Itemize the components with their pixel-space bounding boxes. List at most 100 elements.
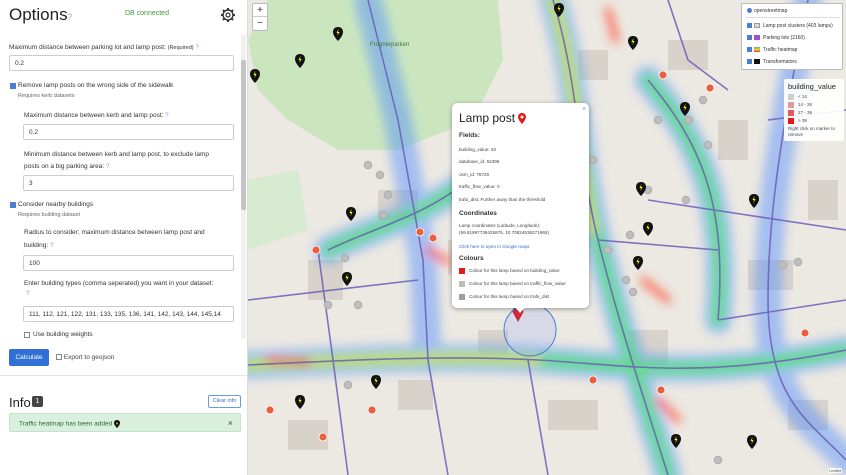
popup-tip (514, 306, 526, 313)
layer-checkbox[interactable] (747, 59, 752, 65)
layer-label: Parking lots (2160) (763, 35, 805, 41)
options-header: Options ? DB connected (0, 0, 247, 32)
radius-label: Radius to consider; maximum distance bet… (24, 229, 205, 236)
requires-kerb-note: Requires kerb datasets (18, 93, 75, 99)
selection-radius (503, 303, 557, 357)
export-geojson-row[interactable]: Export to geojson (56, 354, 114, 361)
min-kerb-input[interactable]: 3 (23, 175, 234, 191)
colour-row-traffic: Colour for this lamp based on traffic_fl… (459, 281, 566, 287)
layer-row-transformators[interactable]: Transformators (747, 59, 797, 65)
info-count-badge: 1 (32, 396, 43, 407)
building-types-input[interactable]: 111, 112, 121, 122, 131, 133, 135, 136, … (23, 306, 234, 322)
layer-checkbox[interactable] (747, 23, 752, 29)
remove-wrong-side-checkbox[interactable] (10, 83, 16, 89)
db-status-text: DB connected (125, 10, 169, 17)
layer-checkbox[interactable] (747, 35, 752, 41)
map-attribution[interactable]: Leaflet (828, 468, 843, 473)
layer-checkbox[interactable] (747, 47, 752, 53)
legend-title: building_value (788, 82, 836, 91)
zoom-out-button[interactable]: − (253, 17, 267, 30)
place-label-frognerparken: Frognerparken (370, 42, 409, 48)
building-types-help-icon[interactable]: ? (26, 291, 29, 297)
options-form: Maximum distance between parking lot and… (0, 33, 247, 341)
colour-swatch (459, 268, 465, 274)
colour-swatch (459, 294, 465, 300)
zoom-control: + − (252, 3, 268, 31)
legend-row: 14 - 26 (788, 102, 812, 108)
export-geojson-label: Export to geojson (63, 354, 115, 361)
layer-row-traffic-heatmap[interactable]: Traffic heatmap (747, 47, 797, 53)
zoom-in-button[interactable]: + (253, 4, 267, 17)
legend-row: > 39 (788, 118, 807, 124)
export-geojson-checkbox[interactable] (56, 354, 62, 361)
gear-icon[interactable] (220, 7, 236, 23)
legend-row: 27 - 39 (788, 110, 812, 116)
base-layer-row[interactable]: openstreetmap (747, 8, 787, 14)
google-maps-link[interactable]: Click here to open in Google maps (459, 244, 529, 249)
kerb-distance-input[interactable]: 0.2 (23, 124, 234, 140)
colour-label: Colour for this lamp based on traffic_fl… (469, 281, 566, 287)
lamp-post-popup: × Lamp post Fields: building_value: 40 d… (452, 103, 589, 308)
coordinates-value: (59.91997739425975, 10.70824636271965) (459, 230, 549, 235)
info-title: Info (9, 395, 31, 410)
remove-wrong-side-label: Remove lamp posts on the wrong side of t… (18, 82, 174, 89)
colour-row-trafo: Colour for this lamp based on trafo_dist (459, 294, 549, 300)
colours-heading: Colours (459, 255, 484, 262)
consider-buildings-label: Consider nearby buildings (18, 201, 94, 208)
layer-swatch (754, 47, 760, 53)
layer-swatch (754, 59, 760, 65)
legend-row: < 14 (788, 94, 807, 100)
layer-label: Traffic heatmap (763, 47, 798, 53)
base-layer-radio[interactable] (747, 8, 752, 14)
field-building-value: building_value: 40 (459, 147, 497, 152)
options-title: Options (9, 5, 68, 24)
options-scrollbar-thumb[interactable] (241, 60, 246, 210)
building-weights-checkbox[interactable] (24, 332, 30, 338)
colour-row-building: Colour for this lamp based on building_v… (459, 268, 560, 274)
coordinates-heading: Coordinates (459, 210, 497, 217)
max-distance-label: Maximum distance between parking lot and… (9, 44, 199, 51)
max-distance-input[interactable]: 0.2 (9, 55, 234, 71)
layer-label: Transformators (763, 59, 797, 65)
building-weights-label: Use building weights (33, 331, 93, 338)
field-trafo-dist: trafo_dist: Further away than the thresh… (459, 197, 546, 202)
panel-divider (0, 375, 247, 376)
clear-info-button[interactable]: Clear info (208, 395, 241, 408)
legend-swatch (788, 94, 794, 100)
info-alert: Traffic heatmap has been added × (9, 413, 241, 432)
layer-label: Lamp post clusters (403 lamps) (763, 23, 833, 29)
calculate-button[interactable]: Calculate (9, 349, 49, 366)
building-value-legend: building_value < 14 14 - 26 27 - 39 > 39… (784, 79, 844, 141)
park-area-2 (248, 170, 308, 250)
info-alert-text: Traffic heatmap has been added (19, 420, 121, 428)
legend-label: 14 - 26 (798, 102, 813, 108)
layer-swatch (754, 35, 760, 41)
alert-close-button[interactable]: × (228, 418, 233, 428)
options-help-icon[interactable]: ? (67, 12, 72, 22)
base-layer-label: openstreetmap (754, 8, 788, 14)
legend-swatch (788, 110, 794, 116)
layer-swatch (754, 23, 760, 29)
legend-swatch (788, 118, 794, 124)
popup-title: Lamp post (459, 111, 527, 125)
fields-heading: Fields: (459, 132, 480, 139)
colour-swatch (459, 281, 465, 287)
building-types-label: Enter building types (comma seperated) y… (24, 280, 214, 287)
legend-swatch (788, 102, 794, 108)
radius-label-2: building: ? (24, 242, 54, 249)
popup-close-button[interactable]: × (582, 106, 586, 113)
consider-buildings-checkbox[interactable] (10, 202, 16, 208)
layer-row-lamp-clusters[interactable]: Lamp post clusters (403 lamps) (747, 23, 833, 29)
legend-label: 27 - 39 (798, 110, 813, 116)
red-marker-icon (518, 113, 527, 125)
field-osm-id: osm_id: 78720 (459, 172, 490, 177)
radius-input[interactable]: 100 (23, 255, 234, 271)
kerb-distance-label: Maximum distance between kerb and lamp p… (24, 112, 169, 119)
legend-note: Right click on marker to remove (788, 126, 836, 137)
field-traffic-flow: traffic_flow_value: 0 (459, 184, 500, 189)
field-database-id: database_id: 52396 (459, 159, 500, 164)
layer-row-parking-lots[interactable]: Parking lots (2160) (747, 35, 805, 41)
options-panel: Options ? DB connected Maximum distance … (0, 0, 248, 475)
layer-divider (746, 17, 840, 18)
min-kerb-label: Minimum distance between kerb and lamp p… (24, 151, 209, 158)
